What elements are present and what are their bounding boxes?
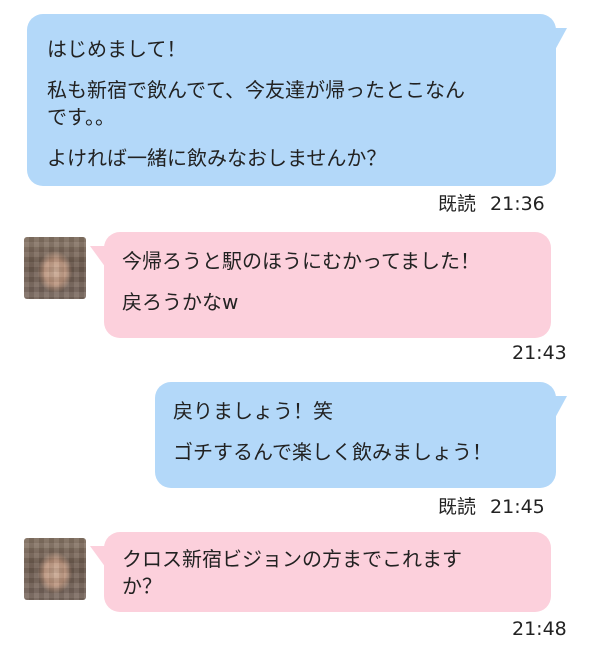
message-bubble-sent[interactable]: はじめまして！ 私も新宿で飲んでて、今友達が帰ったとこなん です。。 よければ一… [27,14,556,186]
message-time: 21:45 [490,496,545,518]
message-text: 私も新宿で飲んでて、今友達が帰ったとこなん です。。 [47,78,465,129]
message-meta: 既読 21:45 [438,492,545,519]
message-bubble-sent[interactable]: 戻りましょう！笑 ゴチするんで楽しく飲みましょう！ [155,382,556,488]
message-text: はじめまして！ [47,37,187,61]
message-meta: 21:48 [512,618,567,640]
message-time: 21:48 [512,618,567,640]
message-meta: 21:43 [512,342,567,364]
bubble-tail [555,396,567,418]
bubble-tail [555,28,567,50]
message-text: 今帰ろうと駅のほうにむかってました！ [122,249,480,273]
message-text: ゴチするんで楽しく飲みましょう！ [173,440,492,464]
message-bubble-received[interactable]: クロス新宿ビジョンの方までこれます か？ [104,532,551,612]
message-text: クロス新宿ビジョンの方までこれます か？ [122,547,462,598]
read-receipt: 既読 [438,496,477,518]
message-bubble-received[interactable]: 今帰ろうと駅のほうにむかってました！ 戻ろうかなw [104,232,551,338]
message-text: よければ一緒に飲みなおしませんか？ [47,146,387,170]
avatar[interactable] [24,538,86,600]
message-text: 戻ろうかなw [122,290,239,314]
message-text: 戻りましょう！笑 [173,399,333,423]
message-meta: 既読 21:36 [438,189,545,216]
message-time: 21:36 [490,193,545,215]
message-time: 21:43 [512,342,567,364]
read-receipt: 既読 [438,193,477,215]
avatar[interactable] [24,237,86,299]
